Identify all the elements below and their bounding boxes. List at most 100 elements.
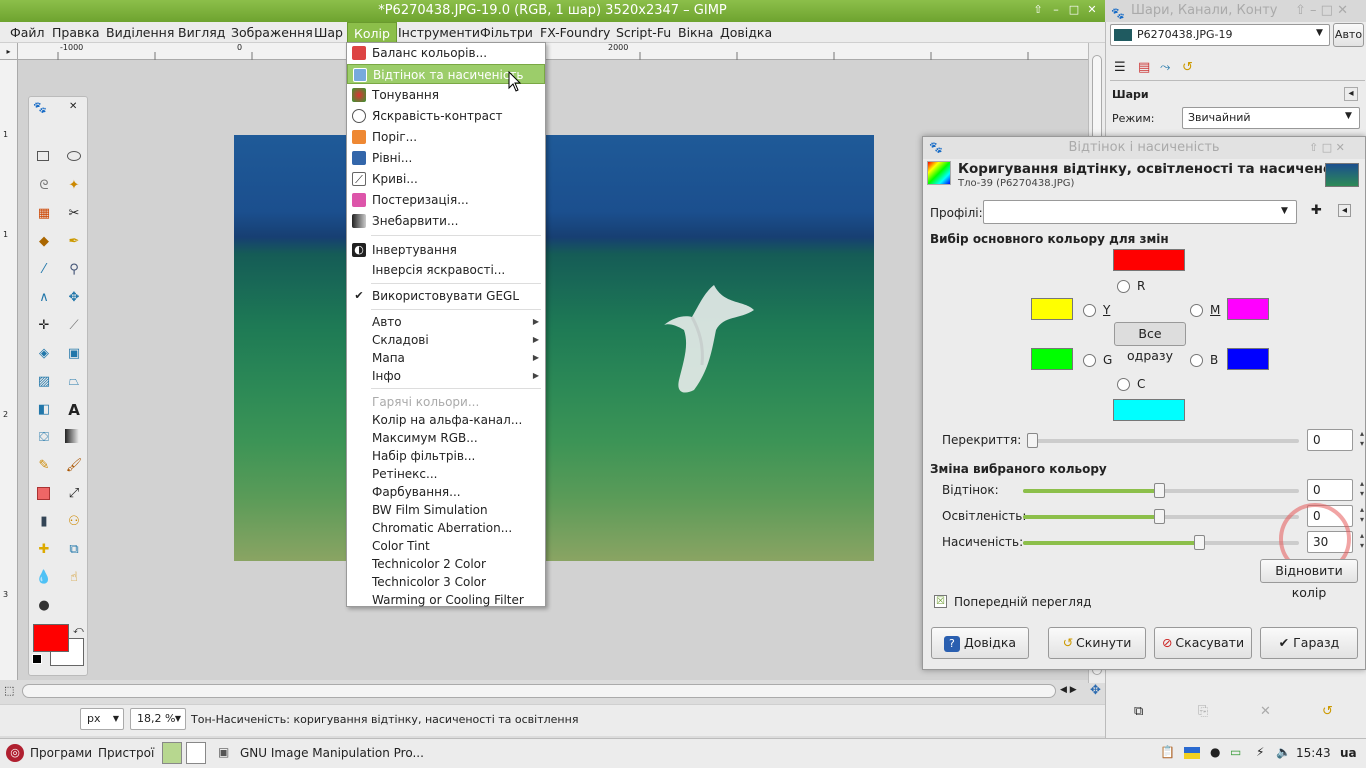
task-gimp[interactable]: GNU Image Manipulation Pro...: [240, 746, 424, 760]
radio-magenta[interactable]: [1190, 304, 1203, 317]
keyboard-layout-icon[interactable]: [1184, 747, 1200, 759]
fuzzy-select-icon[interactable]: ✦: [65, 177, 83, 195]
text-tool-icon[interactable]: A: [65, 401, 83, 419]
duplicate-icon[interactable]: ⎘: [1198, 704, 1208, 719]
menu-item-posterize[interactable]: Постеризація...: [347, 190, 545, 210]
menu-file[interactable]: Файл: [4, 22, 51, 43]
ink-icon[interactable]: ▮: [35, 513, 53, 531]
panel-menu-icon[interactable]: ◂: [1344, 87, 1358, 101]
menu-item-warming-cooling[interactable]: Warming or Cooling Filter: [347, 590, 545, 610]
menu-item-technicolor-2[interactable]: Technicolor 2 Color: [347, 554, 545, 574]
horizontal-scrollbar[interactable]: [22, 684, 1056, 698]
profiles-select[interactable]: ▼: [983, 200, 1297, 224]
language-indicator[interactable]: ua: [1340, 746, 1357, 760]
minimize-icon[interactable]: –: [1049, 3, 1063, 17]
all-colors-button[interactable]: Все одразу: [1114, 322, 1186, 363]
airbrush-icon[interactable]: ⤢: [65, 485, 83, 503]
eraser-icon[interactable]: [37, 487, 50, 500]
scale-icon[interactable]: ▣: [65, 345, 83, 363]
paintbrush-icon[interactable]: 🖌: [65, 457, 83, 475]
add-profile-icon[interactable]: ✚: [1311, 203, 1322, 218]
up-icon[interactable]: ⇧: [1031, 3, 1045, 17]
menu-filters[interactable]: Фільтри: [474, 22, 539, 43]
dodge-burn-icon[interactable]: ●: [35, 597, 53, 615]
ellipse-select-icon[interactable]: [67, 151, 81, 161]
shear-icon[interactable]: ▨: [35, 373, 53, 391]
smudge-icon[interactable]: ☝: [65, 569, 83, 587]
maximize-icon[interactable]: □: [1067, 3, 1081, 17]
rotate-icon[interactable]: ◈: [35, 345, 53, 363]
tab-layers-icon[interactable]: ☰: [1114, 60, 1126, 75]
flip-icon[interactable]: ◧: [35, 401, 53, 419]
image-select[interactable]: P6270438.JPG-19 ▼: [1110, 24, 1330, 46]
distro-logo-icon[interactable]: ◎: [6, 744, 24, 762]
dock-minimize-icon[interactable]: ⇧ – □ ✕: [1295, 0, 1348, 22]
help-button[interactable]: ? Довідка: [931, 627, 1029, 659]
dialog-window-buttons[interactable]: ⇧ □ ✕: [1309, 137, 1345, 159]
tab-paths-icon[interactable]: ⤳: [1160, 60, 1170, 75]
menu-item-brightness-contrast[interactable]: Яскравість-контраст: [347, 106, 545, 126]
quickmask-icon[interactable]: ⬚: [4, 684, 14, 697]
ok-button[interactable]: ✔ Гаразд: [1260, 627, 1358, 659]
perspective-icon[interactable]: ⏢: [65, 373, 83, 391]
preview-checkbox[interactable]: ☒: [934, 595, 947, 608]
lightness-slider[interactable]: [1023, 509, 1299, 524]
menu-item-color-to-alpha[interactable]: Колір на альфа-канал...: [347, 410, 545, 430]
menu-item-technicolor-3[interactable]: Technicolor 3 Color: [347, 572, 545, 592]
menu-item-bw-film[interactable]: BW Film Simulation: [347, 500, 545, 520]
radio-cyan[interactable]: [1117, 378, 1130, 391]
saturation-slider[interactable]: [1023, 535, 1299, 550]
scroll-left-icon[interactable]: ◀ ▶: [1060, 685, 1077, 695]
menu-item-color-balance[interactable]: Баланс кольорів...: [347, 43, 545, 63]
menu-item-levels[interactable]: Рівні...: [347, 148, 545, 168]
crop-icon[interactable]: ⟋: [65, 317, 83, 335]
gradient-icon[interactable]: [65, 429, 79, 443]
menu-item-map[interactable]: Мапа ▶: [347, 348, 545, 368]
menu-item-threshold[interactable]: Поріг...: [347, 127, 545, 147]
lasso-icon[interactable]: ᘓ: [35, 177, 53, 195]
tab-channels-icon[interactable]: ▤: [1138, 60, 1150, 75]
menu-item-components[interactable]: Складові ▶: [347, 330, 545, 350]
menu-item-auto[interactable]: Авто ▶: [347, 312, 545, 332]
reset-icon[interactable]: ↺: [1322, 704, 1333, 719]
perspective-clone-icon[interactable]: ⧉: [65, 541, 83, 559]
menu-item-invert[interactable]: ◐ Інвертування: [347, 240, 545, 260]
profile-menu-icon[interactable]: ◂: [1338, 204, 1351, 217]
radio-blue[interactable]: [1190, 354, 1203, 367]
reset-button[interactable]: ↺ Скинути: [1048, 627, 1146, 659]
scissors-icon[interactable]: ✂: [65, 205, 83, 223]
swap-colors-icon[interactable]: ⤺: [73, 625, 84, 636]
unit-select[interactable]: px ▼: [80, 708, 124, 730]
clock[interactable]: 15:43: [1296, 746, 1331, 760]
overlap-spin[interactable]: 0: [1307, 429, 1364, 451]
hue-spin[interactable]: 0: [1307, 479, 1364, 501]
battery-icon[interactable]: ▭: [1230, 745, 1241, 759]
toolbox-close-icon[interactable]: ✕: [69, 101, 77, 112]
ruler-corner[interactable]: ▸: [0, 43, 18, 60]
pencil-icon[interactable]: ✎: [35, 457, 53, 475]
menu-item-info[interactable]: Інфо ▶: [347, 366, 545, 386]
menu-view[interactable]: Вигляд: [172, 22, 231, 43]
menu-help[interactable]: Довідка: [714, 22, 778, 43]
chat-icon[interactable]: ●: [1210, 745, 1220, 759]
tab-undo-icon[interactable]: ↺: [1182, 60, 1193, 75]
image-canvas[interactable]: [234, 135, 874, 561]
zoom-icon[interactable]: ⚲: [65, 261, 83, 279]
reset-color-button[interactable]: Відновити колір: [1260, 559, 1358, 600]
menu-tools[interactable]: Інструменти: [392, 22, 486, 43]
overlap-slider[interactable]: [1027, 433, 1299, 448]
radio-green[interactable]: [1083, 354, 1096, 367]
auto-button[interactable]: Авто: [1333, 23, 1364, 47]
close-icon[interactable]: ✕: [1085, 3, 1099, 17]
menu-item-value-invert[interactable]: Інверсія яскравості...: [347, 260, 545, 280]
zoom-select[interactable]: 18,2 % ▼: [130, 708, 186, 730]
devices-menu[interactable]: Пристрої: [98, 746, 154, 760]
menu-colors[interactable]: Колір: [347, 22, 397, 43]
menu-layer[interactable]: Шар: [308, 22, 349, 43]
rect-select-icon[interactable]: [37, 151, 49, 161]
workspace-2[interactable]: [186, 742, 206, 764]
radio-red[interactable]: [1117, 280, 1130, 293]
mode-select[interactable]: Звичайний ▼: [1182, 107, 1360, 129]
menu-item-color-tint[interactable]: Color Tint: [347, 536, 545, 556]
menu-item-colorify[interactable]: Фарбування...: [347, 482, 545, 502]
